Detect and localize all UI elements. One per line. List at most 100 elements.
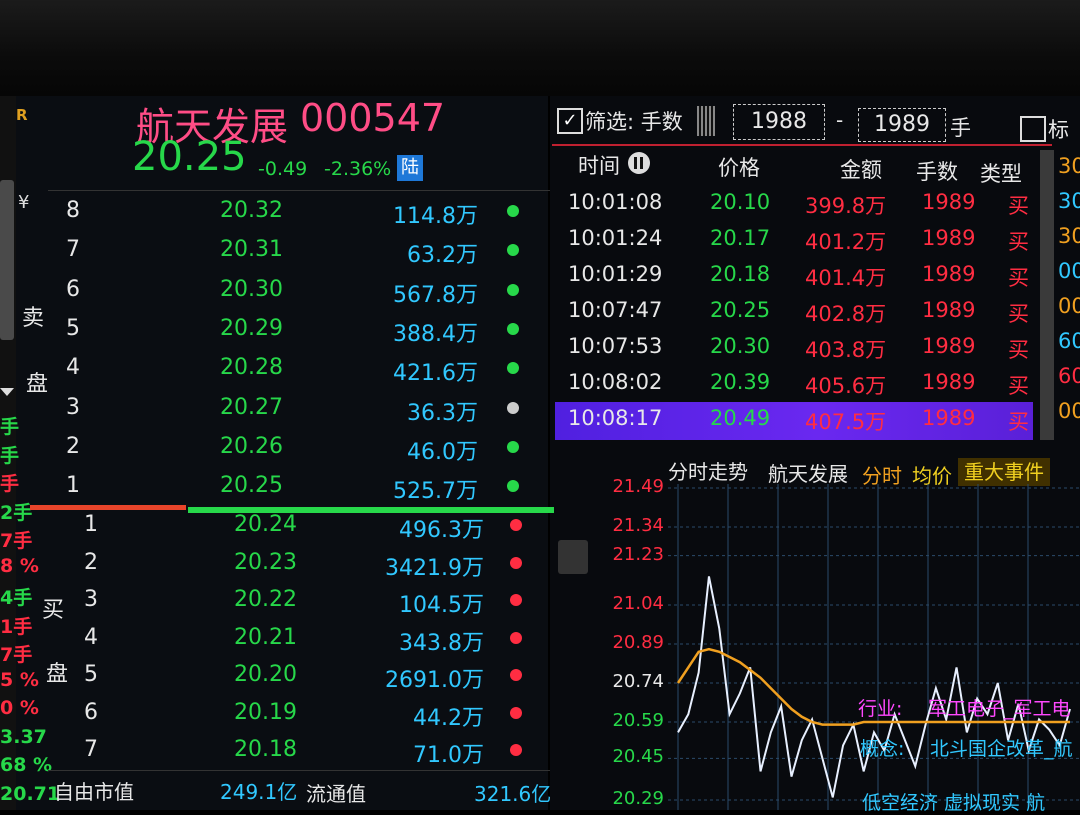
bid-row[interactable]: 6 20.19 44.2万 [0, 700, 548, 738]
ask-price: 20.31 [220, 237, 283, 263]
ask-amount: 525.7万 [393, 479, 478, 505]
bid-level: 2 [84, 549, 98, 575]
bid-ask-ratio-bar-sell [30, 505, 186, 510]
trade-amount: 403.8万 [805, 338, 887, 362]
ask-amount: 421.6万 [393, 361, 478, 387]
bid-amount: 496.3万 [399, 518, 484, 543]
bid-row[interactable]: 5 20.20 2691.0万 [0, 662, 548, 700]
pause-icon[interactable] [628, 152, 650, 174]
price-line [677, 576, 1071, 798]
ask-level: 4 [66, 355, 80, 381]
trade-scrollbar[interactable] [1040, 150, 1054, 440]
bid-price: 20.23 [234, 549, 297, 575]
bid-level: 1 [84, 512, 98, 537]
right-clip-value: 00 [1058, 259, 1080, 283]
col-type-header: 类型 [980, 162, 1022, 186]
trade-price: 20.18 [710, 262, 771, 286]
trade-volume: 1989 [922, 226, 976, 250]
trade-amount: 401.2万 [805, 230, 887, 254]
trade-type: 买 [1008, 374, 1029, 398]
trade-row[interactable]: 10:01:08 20.10 399.8万 1989 买 [560, 190, 1036, 226]
ask-row[interactable]: 6 20.30 567.8万 [0, 277, 548, 315]
trade-row[interactable]: 10:01:29 20.18 401.4万 1989 买 [560, 262, 1036, 298]
trade-row[interactable]: 10:07:53 20.30 403.8万 1989 买 [560, 334, 1036, 370]
trade-row[interactable]: 10:08:02 20.39 405.6万 1989 买 [560, 370, 1036, 406]
filter-checkbox[interactable]: ✓ [557, 108, 583, 134]
ask-indicator-icon [507, 283, 519, 296]
trade-row[interactable]: 10:07:47 20.25 402.8万 1989 买 [560, 298, 1036, 334]
ask-amount: 46.0万 [407, 439, 478, 465]
trade-type: 买 [1008, 410, 1029, 434]
chart-tab-events[interactable]: 重大事件 [958, 458, 1050, 486]
bid-price: 20.24 [234, 512, 297, 537]
concept-extra: 低空经济 虚拟现实 航 [862, 792, 1046, 814]
bid-level: 7 [84, 737, 98, 762]
industry-label: 行业: [858, 698, 903, 720]
bid-indicator-icon [510, 556, 522, 569]
bid-price: 20.20 [234, 662, 297, 687]
chart-tab-trend[interactable]: 分时走势 [668, 456, 748, 485]
filter-grip-icon[interactable] [697, 106, 715, 136]
bid-amount: 44.2万 [413, 705, 484, 731]
trade-type: 买 [1008, 266, 1029, 290]
trade-type: 买 [1008, 230, 1029, 254]
market-tag[interactable]: 陆 [397, 155, 423, 181]
trade-price: 20.10 [710, 190, 771, 214]
ask-row[interactable]: 8 20.32 114.8万 [0, 198, 548, 236]
ask-level: 7 [66, 237, 80, 263]
trade-price: 20.17 [710, 226, 771, 250]
intraday-chart[interactable] [668, 484, 1080, 810]
right-clip-value: 60 [1058, 329, 1080, 353]
price-change: -0.49 [258, 158, 308, 180]
ask-indicator-icon [507, 205, 519, 217]
bid-row[interactable]: 1 20.24 496.3万 [0, 512, 548, 550]
y-tick-label: 20.59 [612, 710, 664, 731]
float-label: 流通值 [306, 782, 366, 806]
col-price-header: 价格 [718, 156, 760, 180]
trade-price: 20.49 [710, 406, 771, 430]
bid-row[interactable]: 4 20.21 343.8万 [0, 625, 548, 663]
bid-indicator-icon [510, 669, 522, 681]
volume-to-input[interactable]: 1989 [858, 108, 946, 142]
col-time-header: 时间 [578, 154, 620, 178]
header-divider [48, 190, 550, 191]
ask-price: 20.25 [220, 473, 283, 499]
y-tick-label: 20.74 [612, 671, 664, 692]
ask-amount: 567.8万 [393, 282, 478, 308]
trade-volume: 1989 [922, 262, 976, 286]
ask-row[interactable]: 5 20.29 388.4万 [0, 316, 548, 354]
concept-value: 北斗国企改革_航 [930, 738, 1073, 760]
concept-label: 概念: [860, 738, 905, 760]
bid-price: 20.22 [234, 587, 297, 612]
free-cap-value: 249.1亿 [220, 780, 298, 804]
ask-indicator-icon [507, 322, 519, 335]
right-clip-value: 60 [1058, 364, 1080, 388]
bid-row[interactable]: 3 20.22 104.5万 [0, 587, 548, 625]
ask-level: 3 [66, 394, 80, 420]
trade-time: 10:07:53 [568, 334, 663, 358]
ask-row[interactable]: 7 20.31 63.2万 [0, 237, 548, 275]
extra-label: 标 [1048, 118, 1069, 142]
extra-checkbox[interactable] [1020, 116, 1046, 142]
trade-amount: 402.8万 [805, 302, 887, 326]
chart-nav-button[interactable] [558, 540, 588, 574]
trade-amount: 405.6万 [805, 374, 887, 398]
y-tick-label: 21.49 [612, 476, 664, 497]
volume-from-input[interactable]: 1988 [733, 104, 825, 140]
ask-price: 20.32 [220, 198, 283, 223]
ask-row[interactable]: 3 20.27 36.3万 [0, 395, 548, 433]
ask-price: 20.28 [220, 355, 283, 381]
bid-indicator-icon [510, 519, 522, 531]
right-clip-value: 30 [1058, 189, 1080, 213]
right-clip-value: 30 [1058, 154, 1080, 178]
trade-row[interactable]: 10:01:24 20.17 401.2万 1989 买 [560, 226, 1036, 262]
trade-row[interactable]: 10:08:17 20.49 407.5万 1989 买 [560, 406, 1036, 442]
ask-row[interactable]: 2 20.26 46.0万 [0, 434, 548, 472]
bid-level: 6 [84, 699, 98, 725]
bid-row[interactable]: 2 20.23 3421.9万 [0, 550, 548, 588]
ask-row[interactable]: 4 20.28 421.6万 [0, 355, 548, 393]
ask-amount: 63.2万 [407, 243, 478, 269]
y-tick-label: 21.04 [612, 593, 664, 614]
bid-indicator-icon [510, 631, 522, 644]
free-cap-label: 自由市值 [54, 780, 134, 804]
